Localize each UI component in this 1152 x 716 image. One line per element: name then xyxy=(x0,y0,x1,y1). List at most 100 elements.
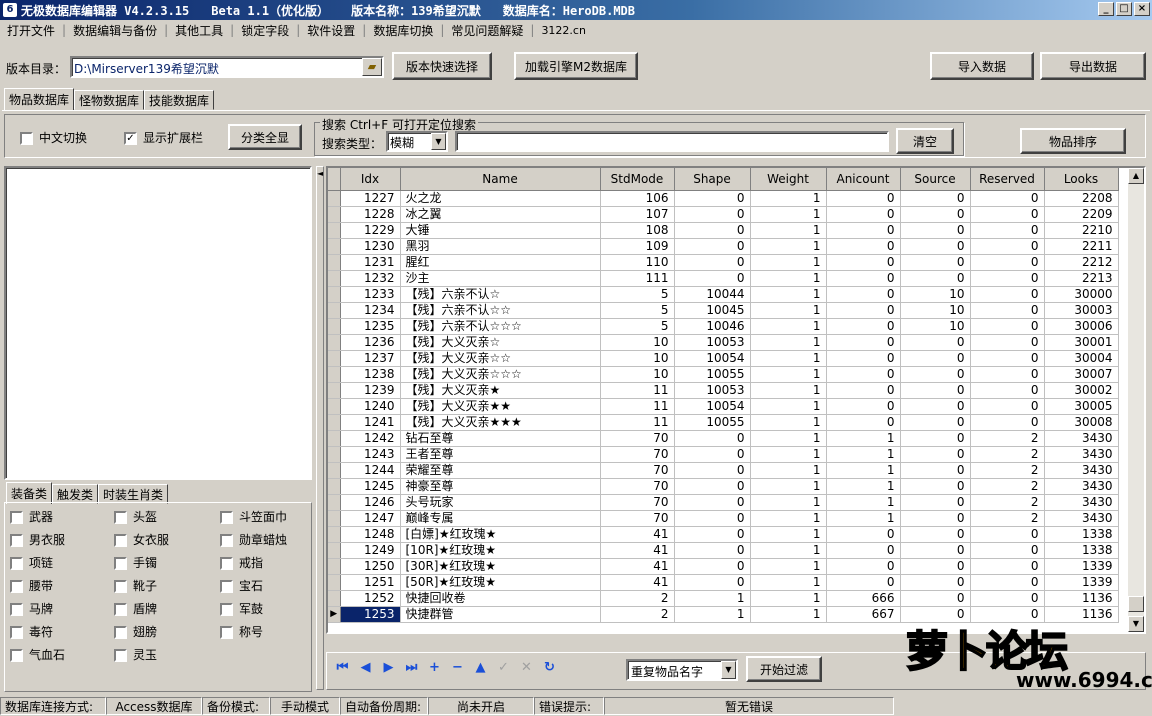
cell-anicount[interactable]: 0 xyxy=(826,254,901,271)
table-row[interactable]: 1229 大锤 108 0 1 0 0 0 2210 xyxy=(328,222,1119,239)
export-button[interactable]: 导出数据 xyxy=(1040,52,1146,80)
row-indicator[interactable] xyxy=(328,510,341,527)
cell-source[interactable]: 0 xyxy=(900,350,971,367)
cell-looks[interactable]: 2209 xyxy=(1044,206,1119,223)
cell-anicount[interactable]: 0 xyxy=(826,206,901,223)
equip-checkbox[interactable]: 称号 xyxy=(220,623,263,640)
grid-header-reserved[interactable]: Reserved xyxy=(970,168,1045,191)
cell-source[interactable]: 0 xyxy=(900,222,971,239)
cell-shape[interactable]: 10044 xyxy=(674,286,751,303)
cell-reserved[interactable]: 0 xyxy=(970,590,1045,607)
sort-button[interactable]: 物品排序 xyxy=(1020,128,1126,154)
cell-weight[interactable]: 1 xyxy=(750,222,827,239)
prev-record-icon[interactable]: ◀ xyxy=(357,660,374,675)
row-indicator[interactable] xyxy=(328,190,341,207)
cell-source[interactable]: 0 xyxy=(900,190,971,207)
cell-reserved[interactable]: 0 xyxy=(970,382,1045,399)
cell-idx[interactable]: 1236 xyxy=(340,334,401,351)
table-row[interactable]: 1228 冰之翼 107 0 1 0 0 0 2209 xyxy=(328,206,1119,223)
table-row[interactable]: 1245 神豪至尊 70 0 1 1 0 2 3430 xyxy=(328,478,1119,495)
equip-checkbox[interactable]: 军鼓 xyxy=(220,600,263,617)
cell-weight[interactable]: 1 xyxy=(750,334,827,351)
grid-header-shape[interactable]: Shape xyxy=(674,168,751,191)
equip-checkbox[interactable]: 勋章蜡烛 xyxy=(220,531,287,548)
cell-weight[interactable]: 1 xyxy=(750,526,827,543)
cell-weight[interactable]: 1 xyxy=(750,478,827,495)
cell-stdmode[interactable]: 5 xyxy=(600,302,675,319)
cell-reserved[interactable]: 0 xyxy=(970,334,1045,351)
cell-anicount[interactable]: 666 xyxy=(826,590,901,607)
table-row[interactable]: 1231 腥红 110 0 1 0 0 0 2212 xyxy=(328,254,1119,271)
cell-shape[interactable]: 10055 xyxy=(674,366,751,383)
cell-name[interactable]: 【残】六亲不认☆ xyxy=(400,286,601,303)
checkbox-box[interactable] xyxy=(220,534,233,547)
equip-checkbox[interactable]: 马牌 xyxy=(10,600,53,617)
maximize-button[interactable]: □ xyxy=(1116,2,1132,16)
checkbox-box[interactable] xyxy=(10,534,23,547)
cell-shape[interactable]: 0 xyxy=(674,206,751,223)
cell-stdmode[interactable]: 70 xyxy=(600,446,675,463)
table-row[interactable]: 1251 [50R]★红玫瑰★ 41 0 1 0 0 0 1339 xyxy=(328,574,1119,591)
tab-trigger[interactable]: 触发类 xyxy=(52,484,99,504)
delete-record-icon[interactable]: − xyxy=(449,660,466,675)
cell-anicount[interactable]: 1 xyxy=(826,478,901,495)
cell-stdmode[interactable]: 70 xyxy=(600,494,675,511)
cell-reserved[interactable]: 0 xyxy=(970,542,1045,559)
menu-db-switch[interactable]: 数据库切换 xyxy=(366,22,440,39)
equip-checkbox[interactable]: 翅膀 xyxy=(114,623,157,640)
cell-looks[interactable]: 30004 xyxy=(1044,350,1119,367)
cell-shape[interactable]: 0 xyxy=(674,494,751,511)
row-indicator[interactable] xyxy=(328,350,341,367)
import-button[interactable]: 导入数据 xyxy=(930,52,1034,80)
cell-shape[interactable]: 0 xyxy=(674,270,751,287)
tab-monsters-db[interactable]: 怪物数据库 xyxy=(74,90,145,110)
row-indicator[interactable] xyxy=(328,206,341,223)
table-row[interactable]: 1250 [30R]★红玫瑰★ 41 0 1 0 0 0 1339 xyxy=(328,558,1119,575)
grid-header-weight[interactable]: Weight xyxy=(750,168,827,191)
equip-checkbox[interactable]: 靴子 xyxy=(114,577,157,594)
row-indicator[interactable] xyxy=(328,558,341,575)
cell-source[interactable]: 0 xyxy=(900,430,971,447)
cell-anicount[interactable]: 0 xyxy=(826,574,901,591)
cell-source[interactable]: 0 xyxy=(900,270,971,287)
cell-anicount[interactable]: 1 xyxy=(826,494,901,511)
equip-checkbox[interactable]: 气血石 xyxy=(10,646,65,663)
equip-checkbox[interactable]: 盾牌 xyxy=(114,600,157,617)
cell-looks[interactable]: 3430 xyxy=(1044,446,1119,463)
table-row[interactable]: 1232 沙主 111 0 1 0 0 0 2213 xyxy=(328,270,1119,287)
row-indicator[interactable] xyxy=(328,414,341,431)
checkbox-box[interactable] xyxy=(220,557,233,570)
cell-source[interactable]: 0 xyxy=(900,526,971,543)
cell-idx[interactable]: 1235 xyxy=(340,318,401,335)
cell-reserved[interactable]: 0 xyxy=(970,190,1045,207)
equip-checkbox[interactable]: 戒指 xyxy=(220,554,263,571)
last-record-icon[interactable]: ⏭ xyxy=(403,660,420,675)
equip-checkbox[interactable]: 宝石 xyxy=(220,577,263,594)
cell-reserved[interactable]: 0 xyxy=(970,318,1045,335)
row-indicator[interactable] xyxy=(328,270,341,287)
table-row[interactable]: 1241 【残】大义灭亲★★★ 11 10055 1 0 0 0 30008 xyxy=(328,414,1119,431)
grid-header-anicount[interactable]: Anicount xyxy=(826,168,901,191)
grid-header-looks[interactable]: Looks xyxy=(1044,168,1119,191)
checkbox-box[interactable] xyxy=(10,580,23,593)
cell-looks[interactable]: 1136 xyxy=(1044,590,1119,607)
grid-header-source[interactable]: Source xyxy=(900,168,971,191)
cell-idx[interactable]: 1227 xyxy=(340,190,401,207)
cell-source[interactable]: 0 xyxy=(900,590,971,607)
cell-shape[interactable]: 10045 xyxy=(674,302,751,319)
cell-reserved[interactable]: 2 xyxy=(970,494,1045,511)
scroll-thumb[interactable] xyxy=(1128,596,1144,612)
cell-looks[interactable]: 2212 xyxy=(1044,254,1119,271)
table-row[interactable]: 1239 【残】大义灭亲★ 11 10053 1 0 0 0 30002 xyxy=(328,382,1119,399)
cell-shape[interactable]: 0 xyxy=(674,462,751,479)
cell-name[interactable]: 钻石至尊 xyxy=(400,430,601,447)
cell-weight[interactable]: 1 xyxy=(750,350,827,367)
cell-source[interactable]: 0 xyxy=(900,382,971,399)
row-indicator[interactable] xyxy=(328,574,341,591)
cell-looks[interactable]: 1338 xyxy=(1044,526,1119,543)
row-indicator[interactable] xyxy=(328,334,341,351)
row-indicator[interactable] xyxy=(328,494,341,511)
cell-stdmode[interactable]: 109 xyxy=(600,238,675,255)
cell-weight[interactable]: 1 xyxy=(750,542,827,559)
cell-weight[interactable]: 1 xyxy=(750,510,827,527)
